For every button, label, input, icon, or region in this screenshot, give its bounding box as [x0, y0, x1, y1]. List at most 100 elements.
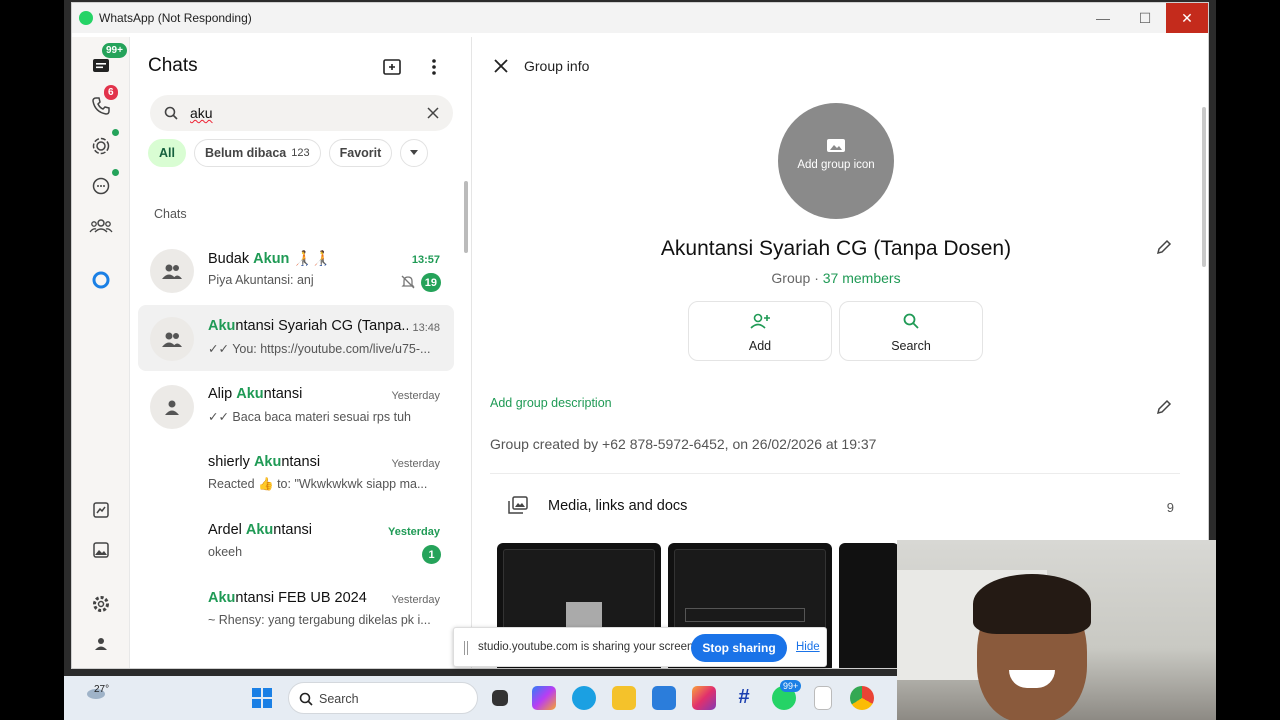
filter-all-label: All [159, 146, 175, 160]
start-button[interactable] [252, 688, 272, 708]
status-dot [112, 129, 119, 136]
chat-list-title: Chats [148, 55, 198, 76]
search-query: aku [190, 105, 213, 121]
chat-list-scrollbar[interactable] [464, 181, 468, 253]
chevron-down-icon [410, 150, 419, 155]
chat-name: Akuntansi Syariah CG (Tanpa... [208, 318, 408, 334]
add-person-icon [750, 313, 770, 329]
chat-name: shierly Akuntansi [208, 454, 320, 470]
maximize-button[interactable]: ☐ [1124, 3, 1166, 33]
chat-name-suffix: ntansi [263, 386, 303, 402]
channels-nav-button[interactable] [86, 169, 119, 201]
filter-all[interactable]: All [148, 139, 186, 167]
chat-row[interactable]: shierly Akuntansi Yesterday Reacted 👍 to: … [138, 441, 454, 507]
filter-more-button[interactable] [400, 139, 429, 167]
meta-ai-icon [92, 271, 110, 289]
media-nav-button[interactable] [86, 535, 116, 565]
new-chat-button[interactable] [380, 55, 404, 79]
file-explorer-icon[interactable] [612, 686, 636, 710]
calls-nav-button[interactable]: 6 [86, 85, 118, 121]
profile-icon [95, 638, 107, 650]
document-icon[interactable] [814, 686, 832, 710]
media-links-docs-row[interactable]: Media, links and docs 9 [490, 492, 1180, 522]
weather-widget[interactable]: 27° [84, 682, 109, 703]
profile-nav-button[interactable] [86, 629, 116, 659]
members-count[interactable]: 37 members [823, 270, 901, 286]
search-group-button[interactable]: Search [839, 301, 983, 361]
filter-favorites-label: Favorit [339, 146, 382, 160]
chat-name-suffix: ntansi Syariah CG (Tanpa... [235, 318, 408, 334]
whatsapp-logo-icon [79, 11, 93, 25]
add-group-icon-button[interactable]: Add group icon [778, 103, 894, 219]
group-type: Group · [771, 270, 823, 286]
task-view-icon[interactable] [492, 690, 508, 706]
add-description-link[interactable]: Add group description [490, 396, 612, 410]
chat-row[interactable]: Budak Akun 🧑‍🦯🧑‍🦯 13:57 Piya Akuntansi: an… [138, 237, 454, 303]
hashtag-app-icon[interactable]: # [732, 686, 756, 710]
media-label: Media, links and docs [548, 498, 688, 514]
gear-icon [93, 596, 109, 612]
edit-description-button[interactable] [1154, 397, 1174, 417]
status-icon [92, 137, 110, 155]
chat-name: Akuntansi FEB UB 2024 [208, 590, 367, 606]
filter-unread[interactable]: Belum dibaca 123 [193, 139, 321, 167]
communities-icon [89, 219, 113, 233]
chat-name-prefix: Ardel [208, 522, 246, 538]
edge-icon[interactable] [572, 686, 596, 710]
close-info-button[interactable] [490, 55, 512, 77]
meta-ai-button[interactable] [86, 265, 116, 295]
filter-favorites[interactable]: Favorit [328, 139, 393, 167]
chat-row[interactable]: Akuntansi Syariah CG (Tanpa... 13:48 ✓✓ Yo… [138, 305, 454, 371]
clear-search-icon[interactable] [427, 107, 439, 119]
edit-name-button[interactable] [1154, 237, 1174, 257]
group-info-scrollbar[interactable] [1202, 107, 1206, 267]
chats-icon [93, 59, 109, 72]
chat-name-suffix: ntansi [273, 522, 312, 538]
add-member-button[interactable]: Add [688, 301, 832, 361]
chat-row[interactable]: Alip Akuntansi Yesterday ✓✓ Baca baca mate… [138, 373, 454, 439]
media-thumbnail[interactable] [839, 543, 899, 668]
taskbar-search[interactable]: Search [288, 682, 478, 714]
chat-filters: All Belum dibaca 123 Favorit [148, 139, 429, 167]
search-icon [164, 106, 178, 120]
chat-time: Yesterday [391, 458, 440, 470]
group-created-text: Group created by +62 878-5972-6452, on 2… [490, 436, 877, 452]
chat-last-message: Reacted 👍 to: "Wkwkwkwk siapp ma... [208, 477, 428, 491]
chat-name-suffix: ntansi FEB UB 2024 [235, 590, 367, 606]
chat-time: Yesterday [391, 594, 440, 606]
instagram-icon[interactable] [692, 686, 716, 710]
settings-nav-button[interactable] [86, 589, 116, 619]
store-icon[interactable] [652, 686, 676, 710]
starred-messages-icon [93, 502, 109, 518]
add-group-icon-label: Add group icon [797, 159, 875, 171]
muted-bell-icon [401, 275, 415, 289]
chat-name-match: Aku [253, 454, 282, 470]
chat-row[interactable]: Ardel Akuntansi Yesterday okeeh 1 [138, 509, 454, 575]
chat-row[interactable]: Akuntansi FEB UB 2024 Yesterday ~ Rhensy: … [138, 577, 454, 643]
chat-name-prefix: shierly [208, 454, 254, 470]
chrome-icon[interactable] [850, 686, 874, 710]
starred-nav-button[interactable] [86, 495, 116, 525]
stop-sharing-button[interactable]: Stop sharing [691, 634, 787, 662]
chat-menu-button[interactable] [422, 55, 446, 79]
drag-handle[interactable] [464, 641, 468, 655]
chat-last-message: ✓✓ Baca baca materi sesuai rps tuh [208, 410, 411, 424]
taskbar: 27° Search # 99+ [64, 676, 897, 720]
close-window-button[interactable]: ✕ [1166, 3, 1208, 33]
chat-last-message: ✓✓ You: https://youtube.com/live/u75-... [208, 342, 430, 356]
taskbar-search-label: Search [319, 692, 359, 706]
communities-nav-button[interactable] [86, 211, 116, 241]
hide-share-bar-link[interactable]: Hide [796, 641, 820, 653]
status-nav-button[interactable] [86, 129, 119, 161]
group-subtitle: Group · 37 members [472, 270, 1200, 286]
window-title: WhatsApp (Not Responding) [99, 11, 252, 25]
chat-search-input[interactable]: aku [150, 95, 453, 131]
channels-dot [112, 169, 119, 176]
chat-last-message: ~ Rhensy: yang tergabung dikelas pk i... [208, 613, 430, 627]
chat-time: Yesterday [391, 390, 440, 402]
minimize-button[interactable]: — [1082, 3, 1124, 33]
copilot-icon[interactable] [532, 686, 556, 710]
chats-nav-button[interactable]: 99+ [86, 43, 127, 81]
filter-unread-label: Belum dibaca [204, 146, 287, 160]
media-icon [508, 496, 528, 514]
